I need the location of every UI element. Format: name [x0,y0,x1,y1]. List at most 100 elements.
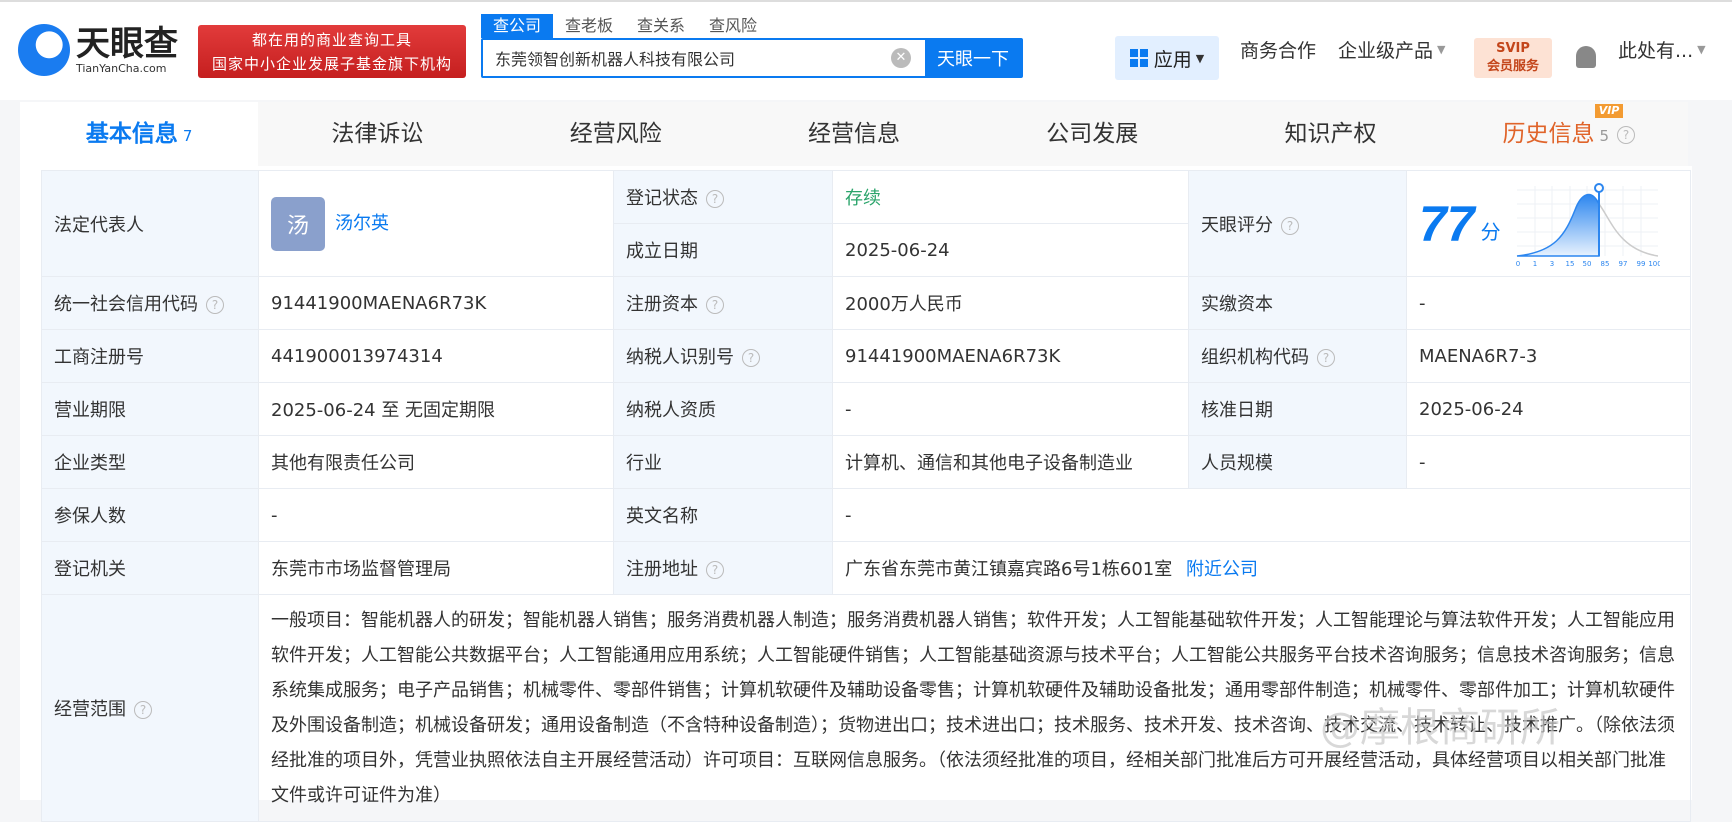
score-distribution-chart: 0 1 3 15 50 85 97 99 100 [1515,182,1660,268]
address-cell: 广东省东莞市黄江镇嘉宾路6号1栋601室 附近公司 [832,541,1691,595]
score-cell[interactable]: 77 分 0 1 3 15 50 85 97 99 100 [1406,170,1691,277]
search-tab-relation[interactable]: 查关系 [625,14,697,38]
address-value: 广东省东莞市黄江镇嘉宾路6号1栋601室 [845,559,1173,580]
slogan-line1: 都在用的商业查询工具 [251,31,412,49]
vip-badge: VIP [1594,104,1624,118]
insured-value: - [258,488,614,542]
taxpayer-qual-label: 纳税人资质 [613,382,833,436]
taxpayer-qual-value: - [832,382,1189,436]
logo-domain: TianYanCha.com [76,61,167,75]
app-menu-button[interactable]: 应用 ▼ [1115,36,1219,80]
taxpayer-id-value: 91441900MAENA6R73K [832,329,1189,383]
credit-code-value: 91441900MAENA6R73K [258,276,614,330]
enterprise-label: 企业级产品 [1338,40,1434,62]
reg-status-value: 存续 [832,170,1189,224]
tab-label: 基本信息 [85,121,178,147]
logo-name: 天眼查 [76,23,178,64]
business-cooperation-link[interactable]: 商务合作 [1240,36,1316,63]
tab-development[interactable]: 公司发展 [973,102,1211,166]
score-unit: 分 [1480,220,1501,244]
biz-reg-no-label: 工商注册号 [41,329,259,383]
logo-icon [18,24,70,76]
caret-down-icon: ▼ [1195,51,1205,65]
help-icon[interactable]: ? [1281,216,1299,235]
info-table: 法定代表人 汤汤尔英 登记状态? 存续 天眼评分? 77 分 0 1 3 15 50 85 9… [41,170,1691,822]
logo[interactable]: 天眼查 TianYanCha.com [18,24,178,76]
bell-icon[interactable] [1576,46,1596,68]
found-date-label: 成立日期 [613,223,833,277]
tab-ip[interactable]: 知识产权 [1211,102,1449,166]
label-text: 天眼评分 [1201,214,1273,236]
tab-legal[interactable]: 法律诉讼 [258,102,496,166]
industry-value: 计算机、通信和其他电子设备制造业 [832,435,1189,489]
search-tab-boss[interactable]: 查老板 [553,14,625,38]
search-button[interactable]: 天眼一下 [925,40,1021,76]
reg-capital-label: 注册资本? [613,276,833,330]
org-code-value: MAENA6R7-3 [1406,329,1691,383]
address-label: 注册地址? [613,541,833,595]
legal-rep-label: 法定代表人 [41,170,259,277]
help-icon[interactable]: ? [706,296,724,314]
help-icon[interactable]: ? [742,349,760,367]
scope-label: 经营范围? [41,594,259,822]
slogan-banner[interactable]: 都在用的商业查询工具 国家中小企业发展子基金旗下机构 [198,25,466,78]
scope-value: 一般项目：智能机器人的研发；智能机器人销售；服务消费机器人制造；服务消费机器人销… [258,594,1691,822]
grid-icon [1129,49,1148,67]
help-icon[interactable]: ? [706,561,724,579]
en-name-value: - [832,488,1691,542]
found-date-value: 2025-06-24 [832,223,1189,277]
search-tab-company[interactable]: 查公司 [481,14,554,38]
user-menu[interactable]: 此处有... ▼ [1618,36,1706,63]
tab-operation[interactable]: 经营信息 [735,102,973,166]
axis-tick: 15 [1565,260,1574,268]
svip-button[interactable]: SVIP 会员服务 [1474,38,1552,78]
curve-remaining [1598,203,1658,257]
label-text: 注册地址 [626,559,698,580]
label-text: 统一社会信用代码 [54,294,198,315]
credit-code-label: 统一社会信用代码? [41,276,259,330]
help-icon[interactable]: ? [206,296,224,314]
help-icon[interactable]: ? [706,190,724,208]
paid-capital-value: - [1406,276,1691,330]
help-icon[interactable]: ? [134,701,152,719]
top-header: 天眼查 TianYanCha.com 都在用的商业查询工具 国家中小企业发展子基金旗… [0,0,1732,100]
score-value: 77 [1419,195,1475,252]
approve-date-value: 2025-06-24 [1406,382,1691,436]
caret-down-icon: ▼ [1697,43,1706,56]
section-tabs: 基本信息 7 法律诉讼 经营风险 经营信息 公司发展 知识产权 历史信息 5? VIP [20,102,1688,166]
user-name: 此处有... [1618,40,1694,62]
authority-label: 登记机关 [41,541,259,595]
axis-tick: 0 [1515,260,1519,268]
tab-history[interactable]: 历史信息 5? VIP [1450,102,1688,166]
help-icon[interactable]: ? [1317,349,1335,367]
axis-tick: 97 [1618,260,1627,268]
enterprise-products-menu[interactable]: 企业级产品 ▼ [1338,36,1445,63]
label-text: 组织机构代码 [1201,347,1309,368]
help-icon[interactable]: ? [1617,125,1636,144]
staff-label: 人员规模 [1188,435,1407,489]
legal-rep-link[interactable]: 汤尔英 [335,213,389,234]
search-box: ✕ 天眼一下 [481,38,1023,78]
score-label: 天眼评分? [1188,170,1407,277]
industry-label: 行业 [613,435,833,489]
svip-label: SVIP [1496,41,1530,56]
legal-rep-cell: 汤汤尔英 [258,170,614,277]
tab-basic-info[interactable]: 基本信息 7 [20,102,259,166]
type-label: 企业类型 [41,435,259,489]
caret-down-icon: ▼ [1437,43,1446,56]
nearby-companies-link[interactable]: 附近公司 [1186,559,1258,580]
search-type-tabs: 查公司 查老板 查关系 查风险 [481,14,769,38]
axis-tick: 3 [1549,260,1553,268]
search-tab-risk[interactable]: 查风险 [697,14,769,38]
tab-risk[interactable]: 经营风险 [497,102,735,166]
tab-label: 历史信息 [1502,121,1595,147]
avatar[interactable]: 汤 [271,196,325,251]
term-value: 2025-06-24 至 无固定期限 [258,382,614,436]
search-input[interactable] [483,40,877,76]
clear-icon[interactable]: ✕ [891,48,911,68]
axis-tick: 85 [1600,260,1609,268]
basic-info-panel: 法定代表人 汤汤尔英 登记状态? 存续 天眼评分? 77 分 0 1 3 15 50 85 9… [20,166,1692,822]
paid-capital-label: 实缴资本 [1188,276,1407,330]
staff-value: - [1406,435,1691,489]
label-text: 经营范围 [54,699,126,720]
